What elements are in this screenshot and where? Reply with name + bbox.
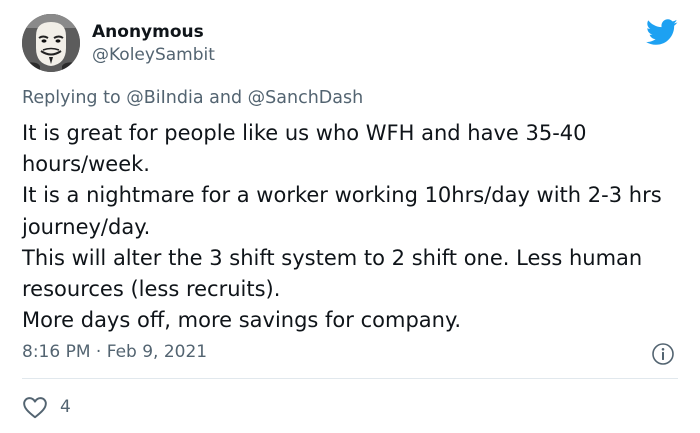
replying-to: Replying to @BiIndia and @SanchDash <box>22 86 363 110</box>
mention-link[interactable]: @BiIndia <box>126 88 203 108</box>
reply-conjunction: and <box>209 88 243 108</box>
author-handle[interactable]: @KoleySambit <box>92 44 215 66</box>
tweet-paragraph: It is great for people like us who WFH a… <box>22 121 587 177</box>
mention-link[interactable]: @SanchDash <box>248 88 364 108</box>
avatar[interactable] <box>22 14 80 72</box>
timestamp-separator: · <box>95 342 102 362</box>
tweet-time[interactable]: 8:16 PM <box>22 342 91 362</box>
tweet-paragraph: It is a nightmare for a worker working 1… <box>22 183 662 239</box>
twitter-bird-icon[interactable] <box>646 19 678 46</box>
tweet-card: Anonymous @KoleySambit Replying to @BiIn… <box>0 0 700 433</box>
guy-fawkes-mask-icon <box>22 14 80 72</box>
like-count: 4 <box>60 397 71 417</box>
heart-icon <box>23 397 47 419</box>
tweet-paragraph: This will alter the 3 shift system to 2 … <box>22 245 643 302</box>
tweet-text: It is great for people like us who WFH a… <box>22 118 682 336</box>
tweet-date[interactable]: Feb 9, 2021 <box>107 342 207 362</box>
author-name[interactable]: Anonymous <box>92 21 204 43</box>
divider <box>22 378 678 379</box>
reply-prefix: Replying to <box>22 88 121 108</box>
info-icon[interactable] <box>651 342 675 366</box>
tweet-paragraph: More days off, more savings for company. <box>22 308 462 333</box>
like-button[interactable]: 4 <box>22 393 71 421</box>
tweet-timestamp[interactable]: 8:16 PM · Feb 9, 2021 <box>22 341 207 363</box>
